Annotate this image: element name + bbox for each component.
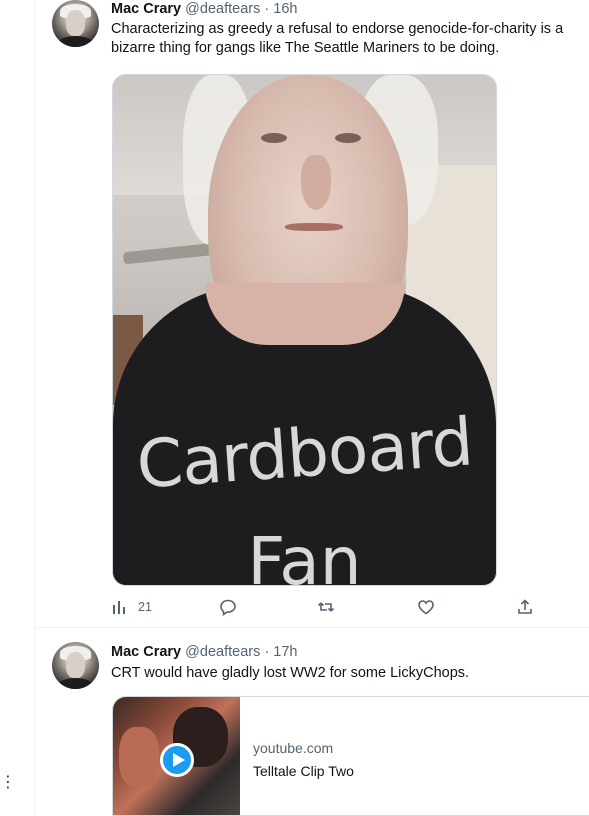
avatar[interactable] [52,642,99,689]
tweet-text: Characterizing as greedy a refusal to en… [111,21,564,56]
retweet-icon [317,602,335,612]
heart-icon [418,600,434,615]
share-icon [518,599,532,614]
timestamp[interactable]: 16h [273,1,297,17]
author-handle[interactable]: @deaftears [185,644,260,660]
avatar[interactable] [52,0,99,47]
separator: · [264,1,270,17]
author-name[interactable]: Mac Crary [111,644,181,660]
play-icon[interactable] [160,743,194,777]
analytics-icon [113,601,125,614]
tweet-actions: 21 [111,596,551,618]
more-icon[interactable]: ⋮ [0,772,17,791]
timestamp[interactable]: 17h [273,644,297,660]
left-rail: ⋮ [0,0,35,814]
separator: · [264,644,270,660]
reply-icon [220,599,236,616]
share-button[interactable] [516,596,534,618]
tweet[interactable]: Mac Crary @deaftears · 17h CRT would hav… [35,628,589,816]
tweet-header: Mac Crary @deaftears · 17h [111,643,297,661]
author-handle[interactable]: @deaftears [185,1,260,17]
reply-button[interactable] [219,596,237,618]
tweet-photo[interactable]: Cardboard Fan [112,74,497,586]
card-title[interactable]: Telltale Clip Two [253,763,354,779]
link-card[interactable]: youtube.com Telltale Clip Two [112,696,589,816]
views-count: 21 [138,600,152,614]
tweet[interactable]: Mac Crary @deaftears · 16h Characterizin… [35,0,589,628]
tweet-header: Mac Crary @deaftears · 16h [111,0,297,18]
views-button[interactable]: 21 [111,596,152,618]
like-button[interactable] [417,596,435,618]
author-name[interactable]: Mac Crary [111,1,181,17]
shirt-text-line2: Fan [247,523,362,586]
video-thumbnail[interactable] [113,697,240,815]
tweet-text: CRT would have gladly lost WW2 for some … [111,665,470,681]
retweet-button[interactable] [317,596,335,618]
card-domain: youtube.com [253,740,334,756]
